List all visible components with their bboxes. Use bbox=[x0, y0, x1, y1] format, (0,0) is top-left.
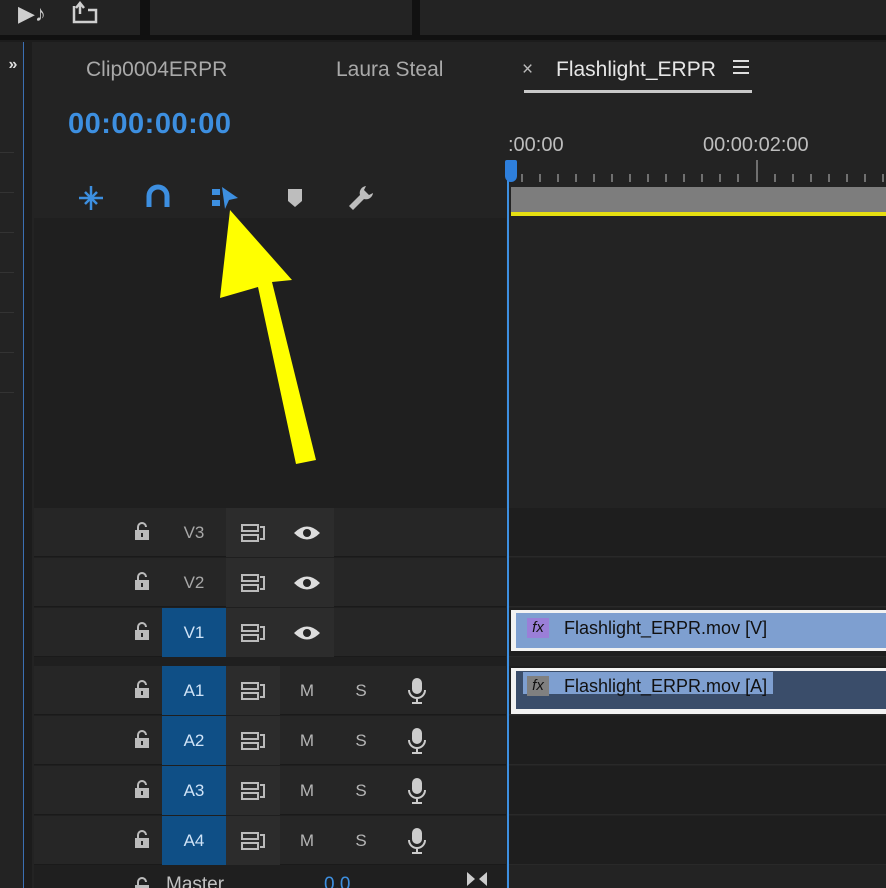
playhead-handle[interactable] bbox=[505, 160, 517, 182]
eye-icon[interactable] bbox=[292, 524, 322, 542]
export-frame-icon[interactable] bbox=[70, 0, 100, 26]
linked-selection-icon[interactable] bbox=[210, 183, 240, 213]
wrench-icon[interactable] bbox=[346, 183, 376, 213]
track-lane-a4[interactable] bbox=[509, 816, 886, 865]
track-lane-a2[interactable] bbox=[509, 716, 886, 765]
snap-magnet-icon[interactable] bbox=[143, 183, 173, 213]
top-toolbar-cell bbox=[420, 0, 886, 35]
lock-icon[interactable] bbox=[134, 779, 150, 799]
top-toolbar-cell bbox=[150, 0, 412, 35]
solo-button[interactable]: S bbox=[346, 666, 376, 715]
lock-icon[interactable] bbox=[134, 521, 150, 541]
mute-button[interactable]: M bbox=[292, 666, 322, 715]
tab-clip0004erpr[interactable]: Clip0004ERPR bbox=[86, 58, 227, 82]
sync-lock-icon[interactable] bbox=[240, 831, 266, 851]
close-tab-icon[interactable]: × bbox=[522, 59, 533, 81]
lock-icon[interactable] bbox=[134, 571, 150, 591]
ruler-label: :00:00 bbox=[508, 134, 564, 156]
audio-clip[interactable]: fx Flashlight_ERPR.mov [A] bbox=[511, 668, 886, 714]
sync-lock-icon[interactable] bbox=[240, 573, 266, 593]
top-toolbar: ▶♪ bbox=[0, 0, 886, 40]
top-toolbar-cell: ▶♪ bbox=[0, 0, 140, 35]
track-name[interactable]: A3 bbox=[162, 766, 226, 815]
voiceover-mic-icon[interactable] bbox=[406, 827, 428, 855]
panel-divider bbox=[0, 152, 14, 153]
track-header-v3[interactable]: V3 bbox=[34, 508, 506, 557]
eye-icon[interactable] bbox=[292, 624, 322, 642]
track-name[interactable]: A4 bbox=[162, 816, 226, 865]
solo-button[interactable]: S bbox=[346, 766, 376, 815]
mute-button[interactable]: M bbox=[292, 816, 322, 865]
panel-menu-icon[interactable] bbox=[733, 60, 749, 78]
lock-icon[interactable] bbox=[134, 876, 150, 888]
track-header-a4[interactable]: A4 M S bbox=[34, 816, 506, 865]
lock-icon[interactable] bbox=[134, 679, 150, 699]
sync-lock-icon[interactable] bbox=[240, 731, 266, 751]
track-name[interactable]: V2 bbox=[162, 558, 226, 607]
track-header-a1[interactable]: A1 M S bbox=[34, 666, 506, 715]
master-volume-value[interactable]: 0.0 bbox=[324, 874, 350, 888]
playhead-timecode[interactable]: 00:00:00:00 bbox=[68, 108, 232, 141]
track-header-v2[interactable]: V2 bbox=[34, 558, 506, 607]
track-header-a2[interactable]: A2 M S bbox=[34, 716, 506, 765]
panel-divider bbox=[0, 312, 14, 313]
sync-lock-icon[interactable] bbox=[240, 523, 266, 543]
mute-button[interactable]: M bbox=[292, 716, 322, 765]
panel-divider bbox=[0, 352, 14, 353]
left-panel: » bbox=[0, 42, 24, 888]
lock-icon[interactable] bbox=[134, 729, 150, 749]
voiceover-mic-icon[interactable] bbox=[406, 727, 428, 755]
expand-panel-icon[interactable]: » bbox=[0, 56, 22, 74]
add-marker-icon[interactable] bbox=[280, 183, 310, 213]
solo-button[interactable]: S bbox=[346, 816, 376, 865]
voiceover-mic-icon[interactable] bbox=[406, 677, 428, 705]
voiceover-mic-icon[interactable] bbox=[406, 777, 428, 805]
panel-divider bbox=[0, 272, 14, 273]
active-tab-indicator bbox=[524, 90, 752, 93]
render-status-bar bbox=[511, 212, 886, 216]
panel-divider bbox=[0, 392, 14, 393]
track-resize-icon[interactable] bbox=[465, 870, 489, 888]
clip-name: Flashlight_ERPR.mov [A] bbox=[564, 676, 768, 696]
fx-badge[interactable]: fx bbox=[527, 676, 549, 696]
tab-flashlight-erpr[interactable]: Flashlight_ERPR bbox=[556, 58, 716, 82]
track-header-v1[interactable]: V1 bbox=[34, 608, 506, 657]
track-header-a3[interactable]: A3 M S bbox=[34, 766, 506, 815]
solo-button[interactable]: S bbox=[346, 716, 376, 765]
fx-badge[interactable]: fx bbox=[527, 618, 549, 638]
panel-divider bbox=[0, 232, 14, 233]
track-lane-v2[interactable] bbox=[509, 558, 886, 607]
track-name[interactable]: V1 bbox=[162, 608, 226, 657]
mute-button[interactable]: M bbox=[292, 766, 322, 815]
track-lane-v3[interactable] bbox=[509, 508, 886, 557]
clip-name: Flashlight_ERPR.mov [V] bbox=[564, 618, 768, 638]
sync-lock-icon[interactable] bbox=[240, 781, 266, 801]
play-audio-icon[interactable]: ▶♪ bbox=[18, 2, 46, 26]
lock-icon[interactable] bbox=[134, 829, 150, 849]
panel-divider bbox=[0, 192, 14, 193]
master-track-label: Master bbox=[166, 874, 225, 888]
tab-laura-steal[interactable]: Laura Steal bbox=[336, 58, 443, 82]
annotation-arrow bbox=[220, 210, 316, 464]
insert-nest-icon[interactable] bbox=[76, 183, 106, 213]
track-lane-a3[interactable] bbox=[509, 766, 886, 815]
lock-icon[interactable] bbox=[134, 621, 150, 641]
playhead-line[interactable] bbox=[507, 170, 509, 888]
track-name[interactable]: A1 bbox=[162, 666, 226, 715]
sync-lock-icon[interactable] bbox=[240, 681, 266, 701]
video-clip[interactable]: fx Flashlight_ERPR.mov [V] bbox=[511, 610, 886, 651]
sync-lock-icon[interactable] bbox=[240, 623, 266, 643]
track-name[interactable]: A2 bbox=[162, 716, 226, 765]
ruler-label: 00:00:02:00 bbox=[703, 134, 809, 156]
work-area-bar[interactable] bbox=[511, 187, 886, 212]
track-name[interactable]: V3 bbox=[162, 508, 226, 557]
eye-icon[interactable] bbox=[292, 574, 322, 592]
